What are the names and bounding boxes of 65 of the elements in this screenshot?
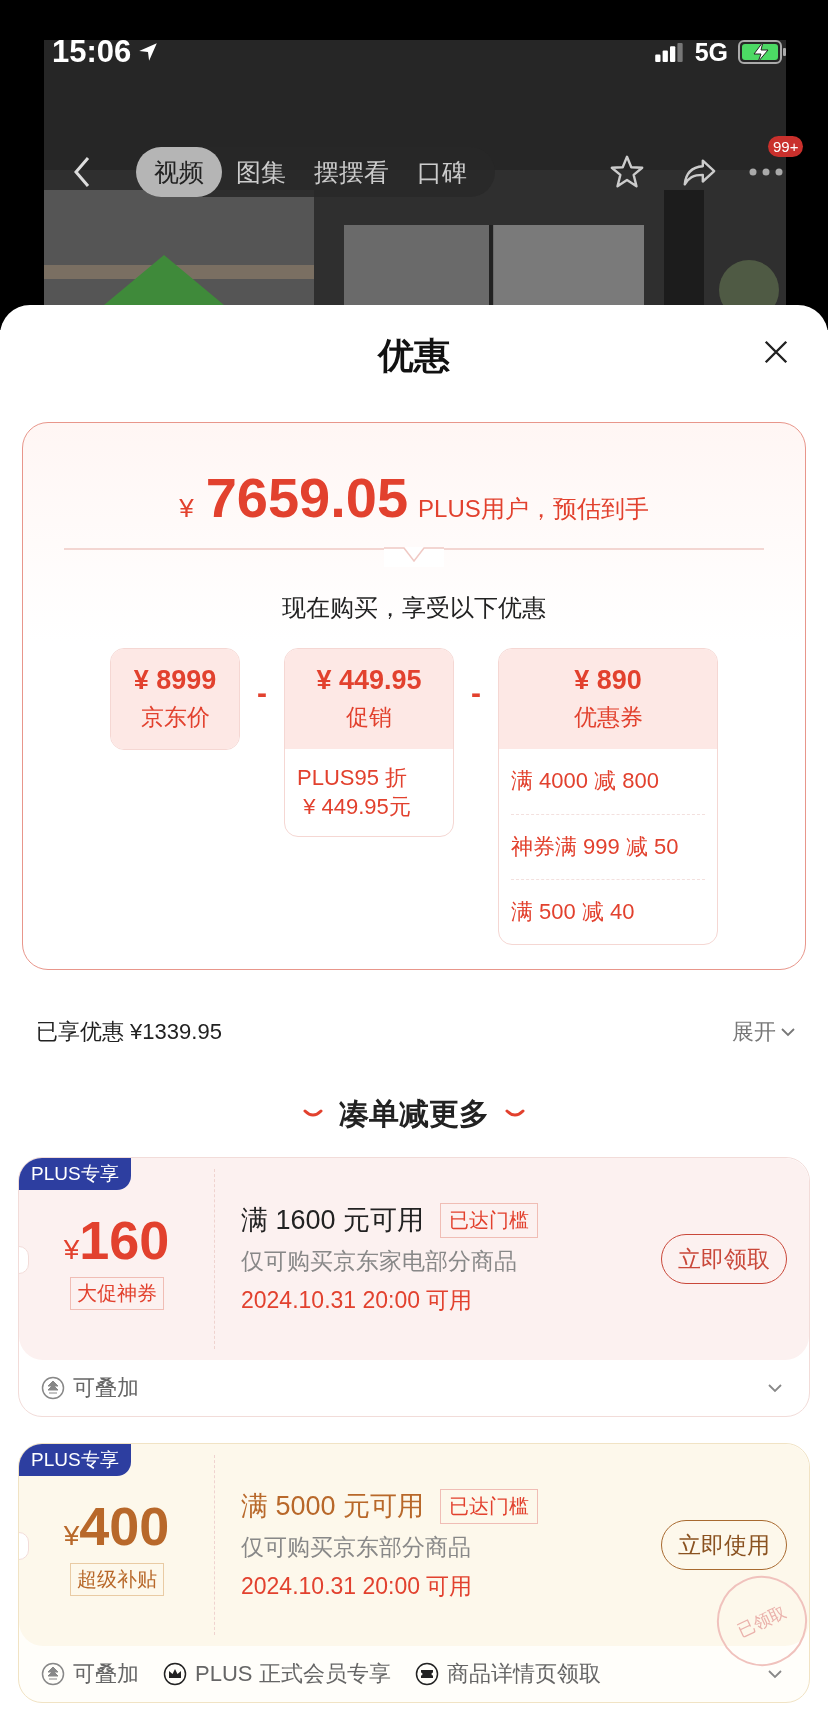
coupon-condition: 满 5000 元可用 [241,1490,425,1523]
close-icon[interactable] [762,338,790,366]
smile-curve-icon [303,1109,323,1119]
coupon-scope: 仅可购买京东部分商品 [241,1533,472,1562]
stack-icon [41,1376,65,1400]
media-tab[interactable]: 视频 [136,147,222,197]
coupon-type: 超级补贴 [69,1562,164,1596]
coupon-time: 2024.10.31 20:00 可用 [241,1286,474,1315]
part-label: 京东价 [140,702,210,732]
section-title: 凑单减更多 [339,1095,489,1132]
discount-detail: 满 500 减 40 [511,878,705,944]
back-icon[interactable] [72,155,92,189]
coupon-feature: 商品详情页领取 [446,1660,601,1688]
more-icon[interactable] [748,167,784,177]
currency-symbol: ¥ [179,493,194,524]
savings-total: 已享优惠 ¥1339.95 [36,1018,222,1046]
discount-detail: 满 4000 减 800 [511,767,660,796]
currency-symbol: ¥ [63,1233,80,1266]
coupon-feature: 可叠加 [73,1660,139,1688]
chevron-down-icon [780,1027,796,1037]
coupon-amount: 400 [79,1494,170,1557]
signal-icon [654,42,685,62]
smile-curve-icon [505,1109,525,1119]
part-amount: ¥ 8999 [133,664,217,696]
part-label: 促销 [346,702,392,732]
coupon-feature: PLUS 正式会员专享 [195,1660,391,1688]
minus-sign: - [470,675,482,710]
chevron-down-icon[interactable] [767,1383,783,1393]
chevron-down-icon[interactable] [767,1669,783,1679]
plus-tag: PLUS专享 [19,1158,131,1190]
stack-icon [41,1662,65,1686]
part-amount: ¥ 890 [574,664,642,696]
coupon-amount: 160 [79,1208,170,1271]
minus-sign: - [256,675,268,710]
status-tag: 已达门槛 [440,1488,539,1524]
coupon-condition: 满 1600 元可用 [241,1204,425,1237]
network-label: 5G [694,37,728,67]
battery-charging-icon [738,40,788,64]
coupon-time: 2024.10.31 20:00 可用 [241,1572,474,1601]
coupon-feature: 可叠加 [73,1374,139,1402]
status-tag: 已达门槛 [440,1202,539,1238]
status-time: 15:06 [52,34,132,70]
final-price: 7659.05 [205,465,409,530]
plus-tag: PLUS专享 [19,1444,131,1476]
discount-detail: 神券满 999 减 50 [511,813,705,879]
sheet-title: 优惠 [378,334,450,378]
media-tab[interactable]: 图集 [222,147,300,197]
breakdown-heading: 现在购买，享受以下优惠 [282,592,546,623]
part-amount: ¥ 449.95 [316,664,422,696]
price-note: PLUS用户，预估到手 [418,494,649,524]
media-tab[interactable]: 口碑 [403,147,481,197]
pointer-notch [384,547,444,567]
expand-toggle[interactable]: 展开 [732,1017,796,1047]
coupon-button[interactable]: 立即领取 [661,1234,787,1284]
coupon-button[interactable]: 立即使用 [661,1520,787,1570]
ticket-icon [414,1662,439,1686]
media-tab[interactable]: 摆摆看 [300,147,403,197]
coupon-scope: 仅可购买京东家电部分商品 [241,1247,518,1276]
notification-badge: 99+ [768,136,804,157]
coupon-type: 大促神券 [69,1276,164,1310]
crown-icon [163,1662,187,1686]
location-arrow-icon [137,41,160,63]
part-label: 优惠券 [573,702,643,732]
currency-symbol: ¥ [63,1519,80,1552]
discount-detail: PLUS95 折 ¥ 449.95元 [297,763,412,822]
